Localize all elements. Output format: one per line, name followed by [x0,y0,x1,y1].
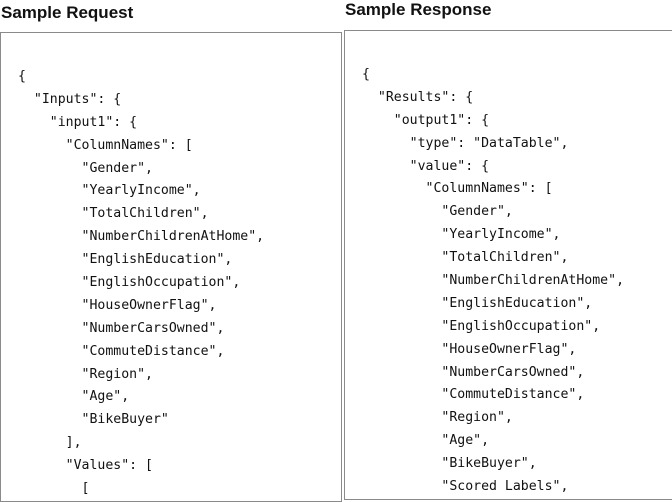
code-line: "Region", [362,410,513,426]
code-line: "BikeBuyer" [18,412,169,428]
sample-response-code-box[interactable]: { "Results": { "output1": { "type": "Dat… [344,30,672,500]
code-line: "ColumnNames": [ [362,181,553,197]
code-line: "YearlyIncome", [18,183,201,199]
code-line: [ [18,481,90,497]
code-line: "Gender", [362,204,513,220]
code-line: "NumberCarsOwned", [362,364,585,380]
code-line: "BikeBuyer", [362,456,537,472]
sample-response-code: { "Results": { "output1": { "type": "Dat… [362,64,624,499]
code-line: ], [18,435,82,451]
sample-request-code: { "Inputs": { "input1": { "ColumnNames":… [18,66,264,501]
code-line: "Age", [362,433,490,449]
code-line: { [18,69,26,84]
code-line: "HouseOwnerFlag", [362,341,577,357]
code-line: "EnglishOccupation", [362,318,601,334]
code-line: "Gender", [18,160,153,176]
code-line: "HouseOwnerFlag", [18,297,217,313]
code-line: "value": { [362,158,490,174]
sample-request-title: Sample Request [1,3,134,22]
sample-request-code-box[interactable]: { "Inputs": { "input1": { "ColumnNames":… [0,32,342,502]
code-line: "Values": [ [18,458,153,474]
code-line: "NumberChildrenAtHome", [362,273,625,289]
code-line: "Results": { [362,89,474,105]
code-line: "Age", [18,389,130,405]
code-line: "CommuteDistance", [362,387,585,403]
code-line: "Region", [18,366,153,382]
code-line: "EnglishEducation", [362,295,593,311]
code-line: { [362,67,370,82]
code-line: "type": "DataTable", [362,135,569,151]
code-line: "TotalChildren", [18,206,209,222]
code-line: "TotalChildren", [362,250,569,266]
sample-response-title: Sample Response [345,0,492,19]
code-line: "input1": { [18,114,138,130]
code-line: "ColumnNames": [ [18,137,193,153]
code-line: "Inputs": { [18,91,122,107]
code-line: "EnglishOccupation", [18,275,241,291]
code-line: "Scored Labels", [362,479,569,495]
code-line: "CommuteDistance", [18,343,225,359]
code-line: "YearlyIncome", [362,227,561,243]
code-line: "NumberCarsOwned", [18,320,225,336]
code-line: "NumberChildrenAtHome", [18,229,265,245]
code-line: "EnglishEducation", [18,252,233,268]
code-line: "output1": { [362,112,490,128]
